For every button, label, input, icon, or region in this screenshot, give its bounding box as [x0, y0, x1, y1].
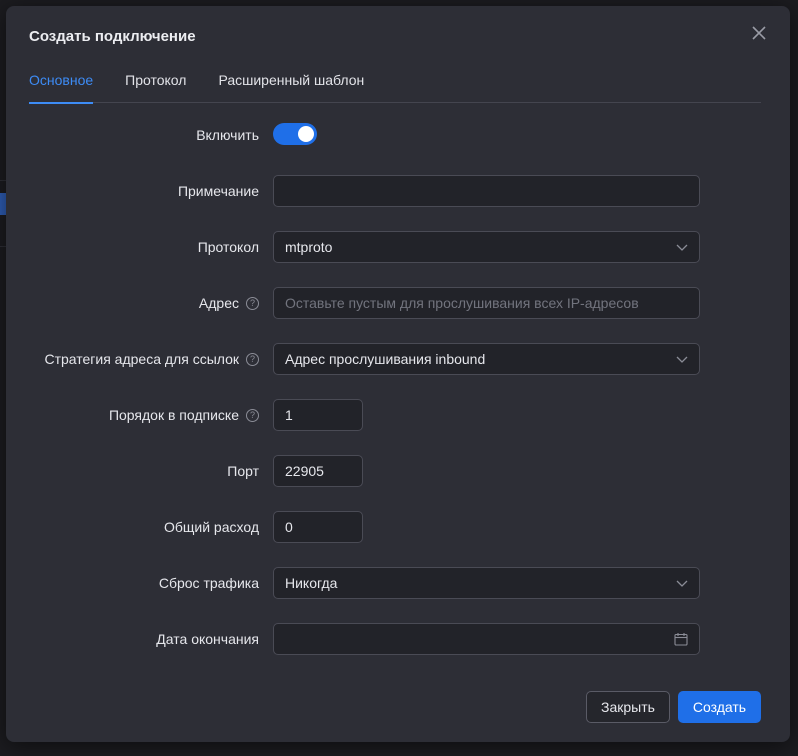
close-button[interactable]: Закрыть: [586, 691, 670, 723]
link-strategy-select[interactable]: Адрес прослушивания inbound: [273, 343, 700, 375]
remark-label: Примечание: [177, 183, 259, 199]
form-row-expiry-date: Дата окончания: [6, 623, 790, 655]
sub-order-label: Порядок в подписке?: [109, 399, 259, 431]
form-row-protocol: Протокол mtproto: [6, 231, 790, 263]
port-label: Порт: [227, 463, 259, 479]
traffic-reset-select-value: Никогда: [285, 575, 338, 591]
help-icon[interactable]: ?: [246, 408, 259, 422]
remark-input[interactable]: [273, 175, 700, 207]
sub-order-input[interactable]: 1: [273, 399, 363, 431]
protocol-label: Протокол: [197, 239, 259, 255]
help-icon[interactable]: ?: [246, 352, 259, 366]
form-row-address: Адрес?: [6, 287, 790, 319]
close-icon[interactable]: [748, 22, 770, 44]
form-row-port: Порт 22905: [6, 455, 790, 487]
enable-toggle[interactable]: [273, 123, 317, 145]
form-row-enable: Включить: [6, 119, 790, 151]
total-usage-label: Общий расход: [163, 519, 259, 535]
chevron-down-icon: [676, 356, 688, 363]
enable-label: Включить: [196, 127, 259, 143]
create-inbound-dialog: Создать подключение Основное Протокол Ра…: [6, 6, 790, 742]
tab-bar: Основное Протокол Расширенный шаблон: [29, 66, 761, 104]
create-button[interactable]: Создать: [678, 691, 761, 723]
form-row-remark: Примечание: [6, 175, 790, 207]
protocol-select-value: mtproto: [285, 239, 333, 255]
chevron-down-icon: [676, 580, 688, 587]
address-label: Адрес?: [199, 287, 259, 319]
help-icon[interactable]: ?: [246, 296, 259, 310]
form-row-link-strategy: Стратегия адреса для ссылок? Адрес просл…: [6, 343, 790, 375]
form-row-traffic-reset: Сброс трафика Никогда: [6, 567, 790, 599]
address-input[interactable]: [273, 287, 700, 319]
tab-general[interactable]: Основное: [29, 66, 94, 104]
tab-advanced-template[interactable]: Расширенный шаблон: [218, 66, 364, 103]
dialog-title: Создать подключение: [29, 28, 196, 45]
total-usage-input[interactable]: 0: [273, 511, 363, 543]
chevron-down-icon: [676, 244, 688, 251]
form-row-sub-order: Порядок в подписке? 1: [6, 399, 790, 431]
traffic-reset-select[interactable]: Никогда: [273, 567, 700, 599]
expiry-date-picker[interactable]: [273, 623, 700, 655]
tab-protocol[interactable]: Протокол: [125, 66, 186, 103]
toggle-knob: [298, 126, 314, 142]
calendar-icon: [674, 633, 688, 646]
link-strategy-select-value: Адрес прослушивания inbound: [285, 351, 486, 367]
link-strategy-label: Стратегия адреса для ссылок?: [44, 343, 259, 375]
traffic-reset-label: Сброс трафика: [158, 575, 259, 591]
port-input[interactable]: 22905: [273, 455, 363, 487]
expiry-date-label: Дата окончания: [156, 631, 259, 647]
protocol-select[interactable]: mtproto: [273, 231, 700, 263]
form-row-total-usage: Общий расход 0: [6, 511, 790, 543]
